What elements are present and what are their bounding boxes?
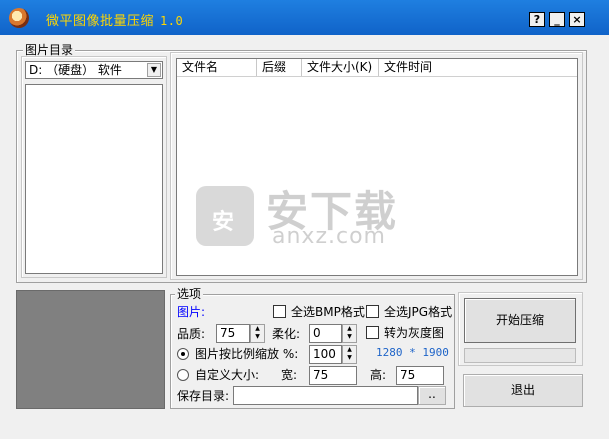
title-bar: 微平图像批量压缩 1.0 ? _ × [0, 0, 609, 35]
close-button[interactable]: × [569, 12, 585, 27]
minimize-button[interactable]: _ [549, 12, 565, 27]
height-input[interactable]: 75 [396, 366, 444, 385]
save-dir-label: 保存目录: [177, 389, 230, 403]
file-list-header: 文件名 后缀 文件大小(K) 文件时间 [177, 59, 577, 77]
resolution-readout: 1280 * 1900 [376, 346, 449, 359]
browse-button[interactable]: .. [418, 386, 446, 405]
select-all-jpg-label[interactable]: 全选JPG格式 [384, 304, 452, 320]
options-caption: 选项 [175, 287, 204, 301]
watermark-badge: 安 [212, 210, 235, 235]
scale-label[interactable]: 图片按比例缩放 %: [195, 346, 298, 362]
select-all-bmp-label[interactable]: 全选BMP格式 [291, 304, 365, 320]
folder-tree[interactable] [25, 84, 163, 274]
exit-button[interactable]: 退出 [463, 374, 583, 407]
save-dir-input[interactable] [233, 386, 418, 405]
scale-input[interactable]: 100 [309, 345, 342, 364]
quality-stepper[interactable]: ▲ ▼ [250, 324, 265, 343]
column-header-filetime[interactable]: 文件时间 [379, 59, 577, 76]
smooth-input[interactable]: 0 [309, 324, 342, 343]
column-header-filename[interactable]: 文件名 [177, 59, 257, 76]
app-title: 微平图像批量压缩 [46, 14, 155, 29]
scale-radio[interactable] [177, 348, 189, 360]
smooth-label: 柔化: [272, 327, 301, 341]
select-all-jpg-checkbox[interactable] [366, 305, 379, 318]
width-label: 宽: [281, 368, 298, 382]
start-compress-button[interactable]: 开始压缩 [464, 298, 576, 343]
watermark: 安 安下载 anxz.com [196, 178, 418, 258]
help-button[interactable]: ? [529, 12, 545, 27]
width-input[interactable]: 75 [309, 366, 357, 385]
quality-input[interactable]: 75 [216, 324, 250, 343]
grayscale-checkbox[interactable] [366, 326, 379, 339]
height-label: 高: [370, 368, 387, 382]
chevron-down-icon[interactable]: ▼ [147, 63, 161, 77]
column-header-suffix[interactable]: 后缀 [257, 59, 302, 76]
watermark-bag-icon: 安 [196, 186, 254, 246]
select-all-bmp-checkbox[interactable] [273, 305, 286, 318]
scale-stepper[interactable]: ▲ ▼ [342, 345, 357, 364]
smooth-stepper[interactable]: ▲ ▼ [342, 324, 357, 343]
progress-bar [464, 348, 576, 363]
custom-size-radio[interactable] [177, 369, 189, 381]
drive-select[interactable]: D: （硬盘） 软件 ▼ [25, 61, 163, 79]
app-logo-icon [9, 8, 29, 28]
image-label: 图片: [177, 305, 206, 319]
watermark-en: anxz.com [272, 224, 386, 249]
drive-select-value: D: （硬盘） 软件 [29, 63, 122, 77]
custom-size-label[interactable]: 自定义大小: [195, 367, 259, 383]
grayscale-label[interactable]: 转为灰度图 [384, 325, 444, 341]
image-directory-caption: 图片目录 [23, 43, 76, 57]
window-title: 微平图像批量压缩 1.0 [46, 10, 183, 29]
app-version: 1.0 [160, 14, 184, 28]
image-preview [16, 290, 165, 409]
column-header-filesize[interactable]: 文件大小(K) [302, 59, 379, 76]
quality-label: 品质: [177, 327, 206, 341]
